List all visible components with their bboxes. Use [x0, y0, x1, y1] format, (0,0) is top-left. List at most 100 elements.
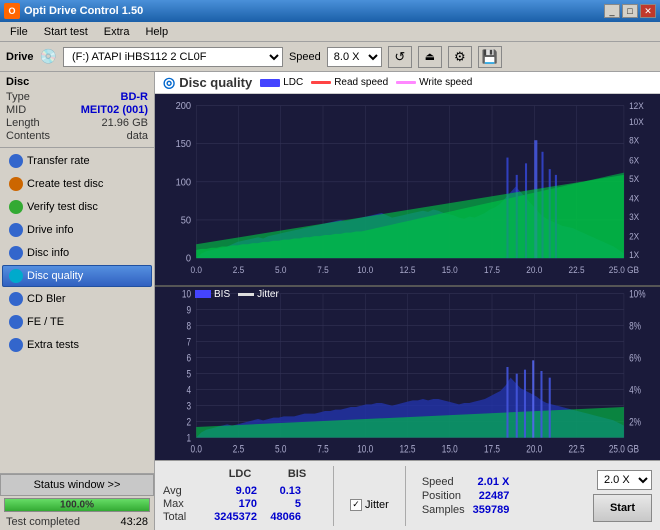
status-text: Test completed	[4, 515, 82, 529]
speed-row: Speed 2.01 X	[422, 476, 510, 488]
upper-chart-svg: 200 150 100 50 0 12X 10X 8X 6X 5X 4X 3X …	[155, 94, 660, 285]
sidebar-item-disc-info[interactable]: Disc info	[2, 242, 152, 264]
fe-te-icon	[9, 315, 23, 329]
stats-bar: LDC BIS Avg 9.02 0.13 Max 170 5 Total 32…	[155, 460, 660, 530]
bis-max: 5	[261, 498, 301, 510]
disc-quality-label: Disc quality	[27, 270, 83, 282]
status-window-button[interactable]: Status window >>	[0, 474, 154, 496]
start-button[interactable]: Start	[593, 494, 652, 522]
svg-text:5: 5	[186, 368, 191, 380]
svg-text:20.0: 20.0	[526, 443, 542, 455]
svg-text:2.5: 2.5	[233, 443, 244, 455]
sidebar-item-drive-info[interactable]: Drive info	[2, 219, 152, 241]
refresh-button[interactable]: ↺	[388, 46, 412, 68]
svg-text:10.0: 10.0	[357, 265, 373, 276]
svg-text:8%: 8%	[629, 320, 641, 332]
svg-text:7: 7	[186, 336, 191, 348]
transfer-rate-label: Transfer rate	[27, 155, 90, 167]
svg-text:5.0: 5.0	[275, 443, 286, 455]
svg-text:12.5: 12.5	[399, 265, 415, 276]
charts-container: 200 150 100 50 0 12X 10X 8X 6X 5X 4X 3X …	[155, 94, 660, 460]
menu-extra[interactable]: Extra	[98, 25, 136, 39]
chart-title-text: Disc quality	[179, 75, 252, 90]
svg-text:6%: 6%	[629, 352, 641, 364]
maximize-button[interactable]: □	[622, 4, 638, 18]
menu-start-test[interactable]: Start test	[38, 25, 94, 39]
ldc-avg: 9.02	[207, 485, 257, 497]
jitter-checkbox-row: ✓ Jitter	[350, 499, 389, 511]
svg-text:2: 2	[186, 416, 191, 428]
samples-key: Samples	[422, 504, 465, 516]
svg-text:2X: 2X	[629, 231, 639, 242]
svg-text:5X: 5X	[629, 173, 639, 184]
svg-text:25.0 GB: 25.0 GB	[609, 443, 639, 455]
test-speed-select[interactable]: 2.0 X	[597, 470, 652, 490]
transfer-rate-icon	[9, 154, 23, 168]
bis-legend-dot	[195, 290, 211, 298]
close-button[interactable]: ✕	[640, 4, 656, 18]
svg-text:200: 200	[176, 101, 192, 113]
svg-text:17.5: 17.5	[484, 265, 500, 276]
svg-text:8X: 8X	[629, 135, 639, 146]
sidebar: Disc Type BD-R MID MEIT02 (001) Length 2…	[0, 72, 155, 530]
disc-contents-key: Contents	[6, 130, 50, 142]
legend-read-speed-label: Read speed	[334, 77, 388, 88]
legend-ldc-label: LDC	[283, 77, 303, 88]
svg-text:3: 3	[186, 400, 191, 412]
app-title: Opti Drive Control 1.50	[24, 5, 143, 17]
samples-val: 359789	[473, 504, 510, 516]
drive-select[interactable]: (F:) ATAPI iHBS112 2 CL0F	[63, 47, 283, 67]
bottom-status-row: Test completed 43:28	[0, 514, 154, 530]
bis-total: 48066	[261, 511, 301, 523]
position-row: Position 22487	[422, 490, 510, 502]
ldc-header: LDC	[215, 468, 265, 480]
bottom-section: Status window >> 100.0% Test completed 4…	[0, 473, 154, 530]
chart-header: ◎ Disc quality LDC Read speed Write spee…	[155, 72, 660, 94]
disc-info-label: Disc info	[27, 247, 69, 259]
svg-text:15.0: 15.0	[442, 265, 458, 276]
svg-text:1X: 1X	[629, 250, 639, 261]
disc-type-val: BD-R	[121, 91, 149, 103]
svg-text:2%: 2%	[629, 416, 641, 428]
settings-button[interactable]: ⚙	[448, 46, 472, 68]
sidebar-item-cd-bler[interactable]: CD Bler	[2, 288, 152, 310]
jitter-legend-label: Jitter	[257, 289, 279, 300]
svg-text:15.0: 15.0	[442, 443, 458, 455]
extra-tests-label: Extra tests	[27, 339, 79, 351]
svg-text:7.5: 7.5	[317, 265, 329, 276]
legend-write-speed-label: Write speed	[419, 77, 472, 88]
svg-text:10X: 10X	[629, 117, 644, 128]
save-button[interactable]: 💾	[478, 46, 502, 68]
svg-text:3X: 3X	[629, 212, 639, 223]
svg-text:0: 0	[186, 253, 192, 265]
start-label: Start	[610, 502, 635, 514]
svg-text:10.0: 10.0	[357, 443, 373, 455]
minimize-button[interactable]: _	[604, 4, 620, 18]
drive-label: Drive	[6, 51, 34, 63]
sidebar-item-transfer-rate[interactable]: Transfer rate	[2, 150, 152, 172]
upper-chart: 200 150 100 50 0 12X 10X 8X 6X 5X 4X 3X …	[155, 94, 660, 285]
sidebar-item-verify-test-disc[interactable]: Verify test disc	[2, 196, 152, 218]
cd-bler-label: CD Bler	[27, 293, 66, 305]
chart-title: ◎ Disc quality	[163, 74, 252, 91]
disc-length-val: 21.96 GB	[102, 117, 148, 129]
svg-text:0.0: 0.0	[191, 443, 202, 455]
menu-help[interactable]: Help	[139, 25, 174, 39]
speed-select[interactable]: 8.0 X	[327, 47, 382, 67]
lower-chart-svg: 10 9 8 7 6 5 4 3 2 1 10% 8% 6% 4% 2%	[155, 287, 660, 460]
drive-info-label: Drive info	[27, 224, 73, 236]
ldc-bis-stats: LDC BIS Avg 9.02 0.13 Max 170 5 Total 32…	[163, 468, 317, 524]
svg-text:6: 6	[186, 352, 191, 364]
svg-text:8: 8	[186, 320, 191, 332]
svg-text:4X: 4X	[629, 193, 639, 204]
menu-file[interactable]: File	[4, 25, 34, 39]
lower-chart: BIS Jitter	[155, 285, 660, 460]
sidebar-item-fe-te[interactable]: FE / TE	[2, 311, 152, 333]
sidebar-item-extra-tests[interactable]: Extra tests	[2, 334, 152, 356]
eject-button[interactable]: ⏏	[418, 46, 442, 68]
sidebar-item-disc-quality[interactable]: Disc quality	[2, 265, 152, 287]
sidebar-item-create-test-disc[interactable]: Create test disc	[2, 173, 152, 195]
svg-text:25.0 GB: 25.0 GB	[609, 265, 639, 276]
total-label: Total	[163, 511, 203, 523]
jitter-checkbox[interactable]: ✓	[350, 499, 362, 511]
